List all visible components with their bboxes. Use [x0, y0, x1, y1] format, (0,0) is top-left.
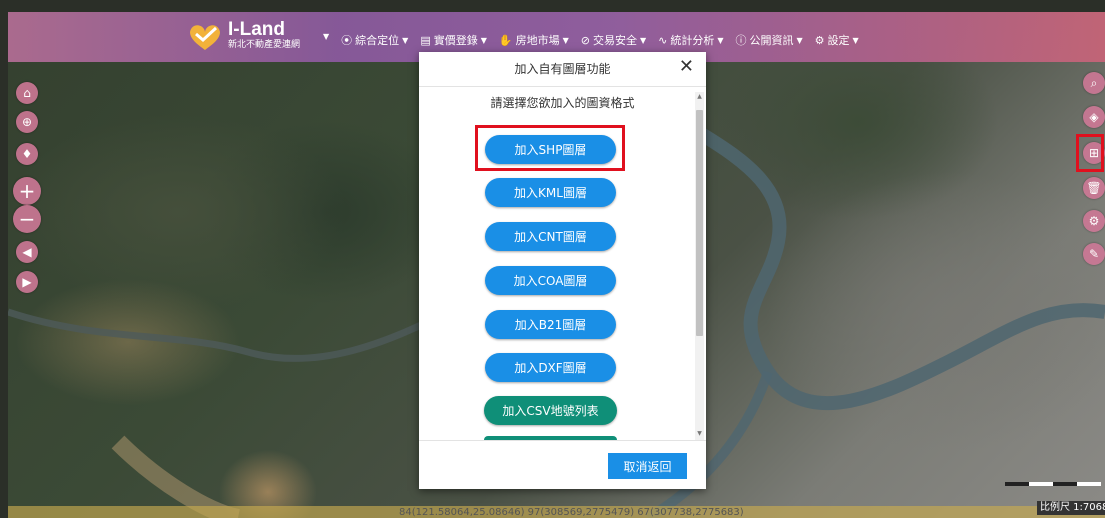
coordinate-readout: 84(121.58064,25.08646) 97(308569,2775479…	[399, 507, 744, 518]
menu-item-label: 房地市場	[515, 34, 560, 47]
scroll-down-icon[interactable]: ▼	[696, 430, 703, 437]
menu-item-label: 實價登錄	[433, 34, 478, 47]
zoom-in-button[interactable]: +	[13, 177, 41, 205]
chevron-down-icon: ▼	[562, 35, 569, 45]
layers-button[interactable]: ◈	[1083, 106, 1105, 128]
chevron-down-icon: ▼	[402, 35, 409, 45]
scale-label: 比例尺 1:70681	[1037, 501, 1105, 515]
next-layer-button-partial[interactable]	[484, 436, 617, 440]
trash-icon: 🗑	[1086, 181, 1102, 195]
forward-icon: ▶	[22, 275, 32, 289]
add-b21-layer-button[interactable]: 加入B21圖層	[485, 310, 616, 339]
add-kml-layer-button[interactable]: 加入KML圖層	[485, 178, 616, 207]
draw-button[interactable]: ✎	[1083, 243, 1105, 265]
menu-item-label: 設定	[827, 34, 850, 47]
search-icon: ⌕	[1090, 75, 1098, 90]
compass-icon: ♦	[21, 147, 33, 161]
dialog-subtitle: 請選擇您欲加入的圖資格式	[490, 96, 635, 110]
menu-item-statistics[interactable]: ∿ 統計分析 ▼	[658, 32, 723, 48]
logo-title: I-Land	[228, 18, 285, 40]
chevron-down-icon: ▼	[639, 35, 647, 45]
info-circle-icon: ⓘ	[735, 34, 747, 47]
shp-button-highlight	[475, 125, 625, 171]
next-view-button[interactable]: ▶	[16, 271, 38, 293]
menu-item-label: 公開資訊	[749, 34, 794, 47]
add-dxf-layer-button[interactable]: 加入DXF圖層	[485, 353, 616, 382]
back-icon: ◀	[22, 245, 32, 259]
compass-button[interactable]: ♦	[16, 143, 38, 165]
pulse-chart-icon: ∿	[658, 33, 668, 47]
menu-item-real-estate-market[interactable]: ✋ 房地市場 ▼	[499, 32, 569, 48]
zoom-in-icon: +	[18, 179, 36, 203]
chevron-down-icon: ▼	[852, 35, 859, 45]
scale-bar	[1005, 482, 1101, 486]
gear-icon: ⚙	[814, 33, 825, 47]
hand-icon: ✋	[498, 33, 513, 47]
zoom-out-button[interactable]: −	[13, 205, 41, 233]
check-circle-icon: ⊘	[580, 33, 590, 47]
document-icon: ▤	[420, 33, 431, 47]
heart-hand-logo-icon	[190, 25, 220, 50]
menu-item-label: 統計分析	[670, 34, 715, 47]
crosshair-icon: ⊕	[21, 115, 33, 129]
delete-button[interactable]: 🗑	[1083, 177, 1105, 199]
add-coa-layer-button[interactable]: 加入COA圖層	[485, 266, 616, 295]
scroll-up-icon[interactable]: ▲	[696, 93, 703, 100]
tools-button[interactable]: ⚙	[1083, 210, 1105, 232]
chevron-down-icon: ▼	[480, 35, 487, 45]
dialog-scrollbar[interactable]: ▲ ▼	[695, 92, 704, 440]
dialog-footer: 取消返回	[419, 440, 706, 490]
add-csv-parcel-list-button[interactable]: 加入CSV地號列表	[484, 396, 617, 425]
close-icon[interactable]: ✕	[679, 56, 694, 77]
layers-icon: ◈	[1089, 110, 1099, 124]
dialog-title: 加入自有圖層功能	[419, 52, 706, 87]
menu-item-public-info[interactable]: ⓘ 公開資訊 ▼	[735, 32, 802, 48]
pencil-icon: ✎	[1088, 247, 1100, 261]
menu-item-settings[interactable]: ⚙ 設定 ▼	[815, 32, 859, 48]
menu-item-label: 交易安全	[592, 34, 637, 47]
menu-item-transaction-safety[interactable]: ⊘ 交易安全 ▼	[581, 32, 646, 48]
cancel-button[interactable]: 取消返回	[608, 453, 687, 479]
menu-toggle-caret[interactable]: ▼	[323, 32, 329, 48]
location-pin-icon: ⦿	[341, 34, 353, 47]
app-logo[interactable]: I-Land 新北不動產愛連網	[186, 18, 300, 52]
home-button[interactable]: ⌂	[16, 82, 38, 104]
menu-item-actual-price[interactable]: ▤ 實價登錄 ▼	[420, 32, 487, 48]
main-menu: ▼ ⦿ 綜合定位 ▼ ▤ 實價登錄 ▼ ✋ 房地市場 ▼ ⊘ 交易安全 ▼ ∿ …	[323, 32, 859, 48]
add-layer-highlight	[1076, 134, 1104, 172]
add-cnt-layer-button[interactable]: 加入CNT圖層	[485, 222, 616, 251]
logo-text: I-Land 新北不動產愛連網	[228, 18, 301, 51]
chevron-down-icon: ▼	[717, 35, 724, 45]
menu-item-label: 綜合定位	[355, 34, 400, 47]
zoom-out-icon: −	[18, 207, 36, 231]
logo-subtitle: 新北不動產愛連網	[228, 39, 301, 50]
menu-item-positioning[interactable]: ⦿ 綜合定位 ▼	[341, 32, 408, 48]
chevron-down-icon: ▼	[796, 35, 803, 45]
settings-icon: ⚙	[1088, 214, 1100, 228]
locate-button[interactable]: ⊕	[16, 111, 38, 133]
home-icon: ⌂	[23, 86, 31, 100]
search-button[interactable]: ⌕	[1083, 72, 1105, 94]
scrollbar-thumb[interactable]	[696, 110, 703, 336]
previous-view-button[interactable]: ◀	[16, 241, 38, 263]
